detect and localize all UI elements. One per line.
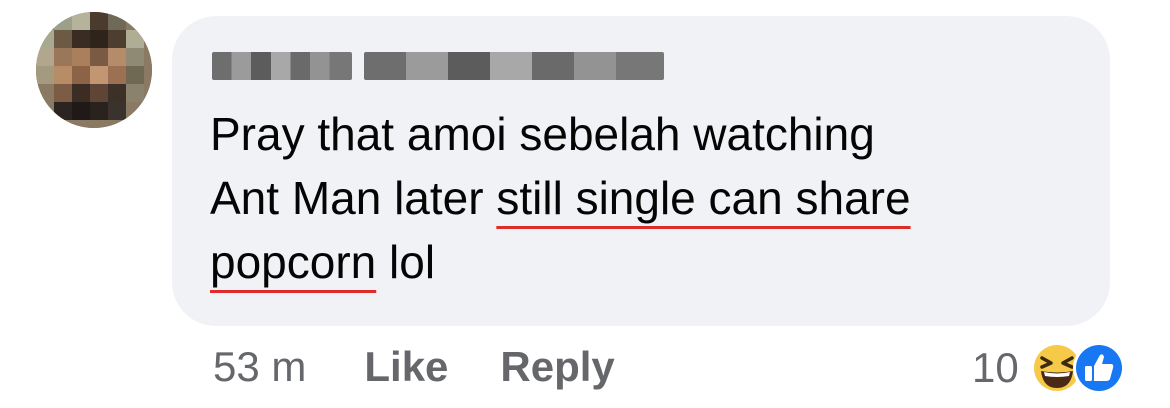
comment-line-2a: Ant Man later [210,172,497,224]
misspelling-underline-1: still single can share [496,172,911,224]
pixelated-avatar-icon [36,12,152,128]
comment-footer: 53 m Like Reply [213,343,667,391]
avatar[interactable] [36,12,152,128]
like-button[interactable]: Like [364,343,448,391]
comment-line-1: Pray that amoi sebelah watching [210,108,875,160]
misspelling-underline-2: popcorn [210,236,377,288]
reaction-count: 10 [972,344,1019,391]
comment-text: Pray that amoi sebelah watching Ant Man … [210,102,1090,294]
timestamp[interactable]: 53 m [213,343,306,391]
like-thumb-icon [1072,342,1125,394]
author-name-blurred[interactable] [212,52,664,80]
reply-button[interactable]: Reply [500,343,614,391]
comment-bubble: Pray that amoi sebelah watching Ant Man … [172,16,1110,326]
reactions-summary[interactable]: 10 [972,340,1127,396]
comment-line-3b: lol [376,236,436,288]
